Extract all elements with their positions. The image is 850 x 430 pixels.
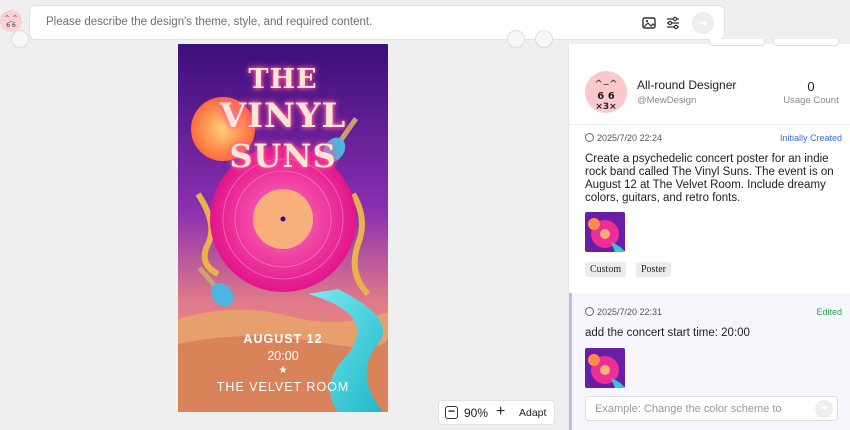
poster-preview[interactable]: THE VINYL SUNS AUGUST 12 20:00 ★ THE VEL… bbox=[178, 44, 388, 412]
record-status: Initially Created bbox=[779, 133, 842, 143]
poster-title-line1: THE bbox=[248, 64, 318, 95]
adapt-button[interactable]: Adapt bbox=[519, 407, 546, 419]
svg-text:^_^: ^_^ bbox=[4, 15, 17, 22]
zoom-control: − 90% + Adapt bbox=[438, 400, 555, 425]
history-panel: ^‒^ 6 6 ×3× All-round Designer @MewDesig… bbox=[568, 39, 850, 430]
history-record[interactable]: 2025/7/20 22:24 Initially Created Create… bbox=[569, 125, 850, 293]
send-arrow-icon[interactable]: ➜ bbox=[815, 400, 833, 418]
panel-tab[interactable] bbox=[773, 39, 839, 46]
prompt-input[interactable]: Please describe the design's theme, styl… bbox=[29, 5, 725, 40]
usage-label: Usage Count bbox=[783, 95, 839, 106]
design-canvas[interactable]: THE VINYL SUNS AUGUST 12 20:00 ★ THE VEL… bbox=[0, 30, 568, 430]
poster-star: ★ bbox=[278, 365, 288, 376]
canvas-control-icon[interactable] bbox=[507, 30, 525, 48]
record-status: Edited bbox=[816, 307, 842, 317]
record-text-line: Create a psychedelic concert poster for … bbox=[585, 153, 829, 165]
edit-instruction-input[interactable]: Example: Change the color scheme to ➜ bbox=[585, 396, 838, 421]
zoom-in-button[interactable]: + bbox=[496, 403, 505, 421]
svg-text:6 6: 6 6 bbox=[6, 22, 16, 29]
svg-text:6 6: 6 6 bbox=[597, 91, 614, 102]
clock-icon bbox=[585, 133, 594, 142]
record-text-line: colors, guitars, and retro fonts. bbox=[585, 192, 741, 204]
zoom-out-button[interactable]: − bbox=[445, 405, 458, 419]
image-upload-icon[interactable] bbox=[641, 15, 657, 31]
canvas-control-icon[interactable] bbox=[11, 30, 29, 48]
send-arrow-icon[interactable]: ➜ bbox=[692, 12, 714, 34]
record-time: 2025/7/20 22:31 bbox=[597, 307, 663, 317]
avatar: ^‒^ 6 6 ×3× bbox=[585, 71, 627, 113]
record-text-line: rock band called The Vinyl Suns. The eve… bbox=[585, 166, 834, 178]
app-logo[interactable]: ^_^ 6 6 bbox=[0, 10, 22, 32]
profile-handle: @MewDesign bbox=[637, 95, 697, 106]
poster-title-line2: VINYL bbox=[219, 96, 347, 136]
svg-text:×3×: ×3× bbox=[595, 102, 616, 112]
edit-placeholder: Example: Change the color scheme to bbox=[595, 403, 782, 415]
svg-text:^‒^: ^‒^ bbox=[594, 79, 617, 90]
poster-date: AUGUST 12 bbox=[243, 332, 323, 346]
zoom-level: 90% bbox=[464, 406, 489, 420]
prompt-placeholder: Please describe the design's theme, styl… bbox=[46, 16, 373, 28]
settings-sliders-icon[interactable] bbox=[665, 15, 681, 31]
profile-name: All-round Designer bbox=[637, 78, 737, 92]
poster-venue: THE VELVET ROOM bbox=[216, 380, 350, 394]
tag-poster[interactable]: Poster bbox=[636, 262, 671, 277]
tag-custom[interactable]: Custom bbox=[585, 262, 627, 277]
poster-time: 20:00 bbox=[267, 349, 299, 363]
top-bar: ^_^ 6 6 Please describe the design's the… bbox=[0, 0, 850, 44]
record-thumbnail[interactable] bbox=[585, 348, 625, 388]
clock-icon bbox=[585, 307, 594, 316]
history-record-selected[interactable]: 2025/7/20 22:31 Edited add the concert s… bbox=[569, 293, 850, 430]
usage-count: 0 bbox=[807, 79, 815, 94]
record-thumbnail[interactable] bbox=[585, 212, 625, 252]
record-text-line: add the concert start time: 20:00 bbox=[585, 327, 750, 339]
record-text-line: August 12 at The Velvet Room. Include dr… bbox=[585, 179, 826, 191]
poster-title-line3: SUNS bbox=[229, 137, 337, 175]
canvas-control-icon[interactable] bbox=[535, 30, 553, 48]
panel-tab[interactable] bbox=[709, 39, 765, 46]
record-time: 2025/7/20 22:24 bbox=[597, 133, 663, 143]
